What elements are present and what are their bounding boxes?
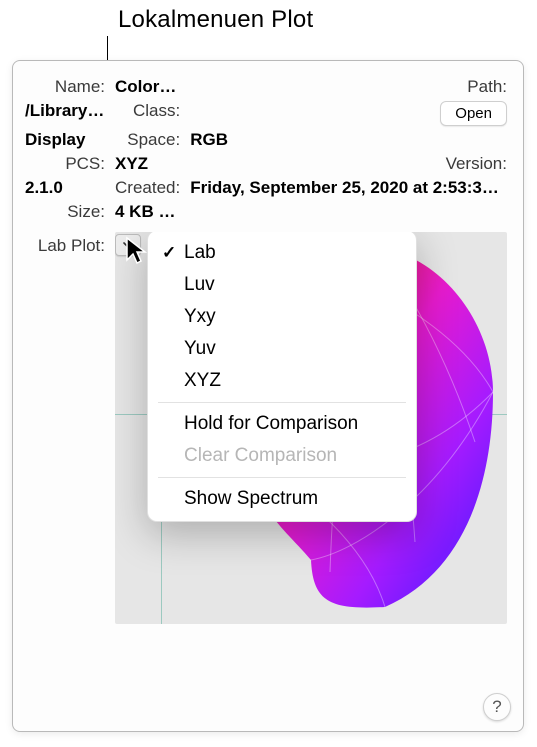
menu-item-label: Hold for Comparison [184, 413, 358, 435]
menu-item-label: Yuv [184, 338, 216, 360]
profile-info-panel: Name: Color LCD Path: /Library/ColorSync… [12, 60, 524, 732]
menu-item-label: Clear Comparison [184, 445, 337, 467]
profile-info-grid: Name: Color LCD Path: /Library/ColorSync… [25, 77, 507, 222]
callout-title: Lokalmenuen Plot [118, 6, 313, 34]
menu-item-label: Yxy [184, 306, 216, 328]
menu-item-yuv[interactable]: Yuv [148, 333, 416, 365]
help-icon: ? [492, 697, 501, 717]
label-size: Size: [25, 202, 105, 222]
value-space: RGB [190, 130, 507, 150]
lab-plot-area[interactable]: ✓ Lab Luv Yxy Yuv XYZ [115, 232, 507, 624]
menu-item-luv[interactable]: Luv [148, 269, 416, 301]
label-name: Name: [25, 77, 105, 97]
menu-item-hold-comparison[interactable]: Hold for Comparison [148, 408, 416, 440]
label-path: Path: [190, 77, 507, 97]
checkmark-icon: ✓ [162, 243, 184, 263]
value-created: Friday, September 25, 2020 at 2:53:37 P… [190, 178, 507, 198]
value-pcs: XYZ [115, 154, 180, 174]
label-created: Created: [115, 178, 180, 198]
value-path: /Library/ColorSync/Profiles/Disp… [25, 101, 105, 121]
menu-separator [158, 477, 406, 478]
plot-row: Lab Plot: [25, 232, 507, 624]
value-name: Color LCD [115, 77, 180, 97]
menu-item-label: Lab [184, 242, 216, 264]
menu-item-show-spectrum[interactable]: Show Spectrum [148, 483, 416, 515]
menu-separator [158, 402, 406, 403]
value-size: 4 KB (4,088 bytes) [115, 202, 180, 222]
label-version: Version: [190, 154, 507, 174]
menu-item-clear-comparison: Clear Comparison [148, 440, 416, 472]
label-plot: Lab Plot: [25, 232, 105, 256]
chevron-down-icon [122, 239, 134, 251]
label-class: Class: [115, 101, 180, 121]
help-button[interactable]: ? [483, 693, 511, 721]
plot-context-menu: ✓ Lab Luv Yxy Yuv XYZ [147, 232, 417, 522]
menu-item-xyz[interactable]: XYZ [148, 365, 416, 397]
label-pcs: PCS: [25, 154, 105, 174]
menu-item-label: Luv [184, 274, 215, 296]
label-space: Space: [115, 130, 180, 150]
value-class: Display [25, 130, 105, 150]
menu-item-label: Show Spectrum [184, 488, 318, 510]
menu-item-lab[interactable]: ✓ Lab [148, 237, 416, 269]
menu-item-yxy[interactable]: Yxy [148, 301, 416, 333]
plot-type-dropdown-button[interactable] [115, 234, 141, 256]
open-button[interactable]: Open [440, 101, 507, 126]
value-version: 2.1.0 [25, 178, 105, 198]
menu-item-label: XYZ [184, 370, 221, 392]
